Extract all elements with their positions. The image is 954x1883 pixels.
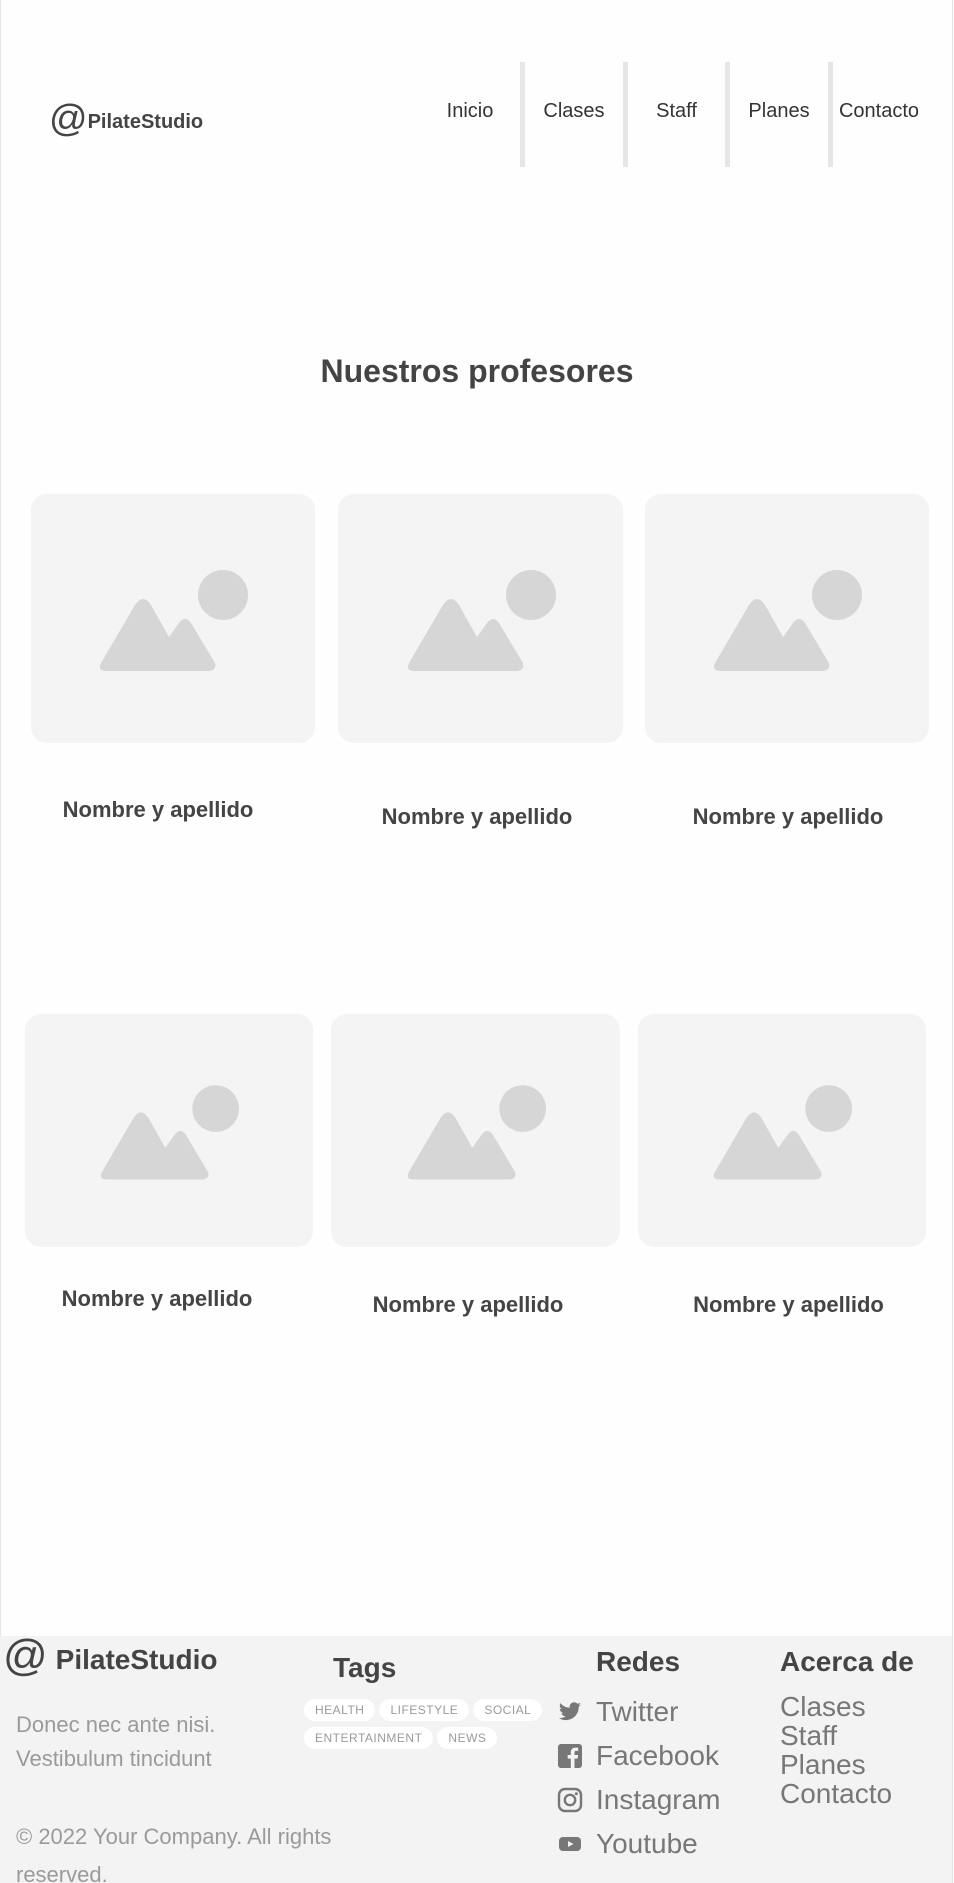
footer-logo-at-icon: @ (3, 1631, 48, 1680)
logo-at-icon: @ (49, 98, 88, 140)
nav-inicio[interactable]: Inicio (420, 62, 520, 167)
teacher-photo (645, 494, 929, 743)
nav-clases[interactable]: Clases (525, 62, 623, 167)
footer-copyright: © 2022 Your Company. All rights reserved… (16, 1824, 332, 1883)
teacher-photo (25, 1014, 313, 1247)
footer-link-planes[interactable]: Planes (780, 1750, 892, 1779)
teacher-name: Nombre y apellido (692, 804, 884, 829)
social-twitter[interactable]: Twitter (552, 1690, 721, 1734)
nav-contacto[interactable]: Contacto (833, 62, 925, 167)
about-heading: Acerca de (780, 1646, 914, 1677)
socials-heading: Redes (596, 1646, 681, 1677)
nav-planes[interactable]: Planes (730, 62, 828, 167)
teacher-name: Nombre y apellido (62, 797, 254, 822)
social-instagram[interactable]: Instagram (552, 1778, 721, 1822)
teacher-photo (331, 1014, 620, 1247)
tag-news[interactable]: NEWS (437, 1727, 498, 1749)
social-label: Youtube (596, 1828, 698, 1859)
social-label: Facebook (596, 1740, 719, 1771)
footer-logo-text: PilateStudio (55, 1644, 218, 1675)
teacher-photo (31, 494, 315, 743)
footer-logo[interactable]: @ PilateStudio (3, 1634, 217, 1678)
logo-text: PilateStudio (87, 111, 204, 133)
image-placeholder-icon (100, 1084, 239, 1180)
tag-lifestyle[interactable]: LIFESTYLE (379, 1699, 470, 1721)
footer-link-contacto[interactable]: Contacto (780, 1779, 892, 1808)
teacher-name: Nombre y apellido (381, 804, 573, 829)
social-list: Twitter Facebook Instagram Youtube (552, 1690, 721, 1866)
page-border-right (952, 0, 953, 1883)
tag-list: HEALTH LIFESTYLE SOCIAL ENTERTAINMENT NE… (304, 1699, 544, 1749)
footer-description: Donec nec ante nisi. Vestibulum tincidun… (16, 1712, 216, 1784)
teacher-name: Nombre y apellido (61, 1286, 253, 1311)
youtube-icon (552, 1829, 588, 1859)
image-placeholder-icon (407, 1084, 546, 1180)
instagram-icon (552, 1785, 588, 1815)
footer-link-staff[interactable]: Staff (780, 1721, 892, 1750)
main-nav: Inicio Clases Staff Planes Contacto (420, 62, 925, 167)
nav-staff[interactable]: Staff (628, 62, 725, 167)
social-label: Twitter (596, 1696, 679, 1727)
image-placeholder-icon (407, 569, 556, 671)
tag-entertainment[interactable]: ENTERTAINMENT (304, 1727, 434, 1749)
page-title: Nuestros profesores (320, 353, 634, 389)
tag-health[interactable]: HEALTH (304, 1699, 376, 1721)
footer-link-clases[interactable]: Clases (780, 1692, 892, 1721)
teacher-name: Nombre y apellido (693, 1292, 884, 1317)
twitter-icon (552, 1697, 588, 1727)
teacher-photo (638, 1014, 926, 1247)
image-placeholder-icon (99, 569, 248, 671)
about-links: Clases Staff Planes Contacto (780, 1692, 892, 1808)
page-border-left (0, 0, 1, 1883)
tags-heading: Tags (333, 1652, 397, 1683)
image-placeholder-icon (713, 569, 862, 671)
teacher-photo (338, 494, 623, 743)
facebook-icon (552, 1741, 588, 1771)
social-label: Instagram (596, 1784, 721, 1815)
teacher-name: Nombre y apellido (372, 1292, 564, 1317)
tag-social[interactable]: SOCIAL (473, 1699, 543, 1721)
social-youtube[interactable]: Youtube (552, 1822, 721, 1866)
site-logo[interactable]: @ PilateStudio (49, 100, 203, 138)
social-facebook[interactable]: Facebook (552, 1734, 721, 1778)
image-placeholder-icon (713, 1084, 852, 1180)
